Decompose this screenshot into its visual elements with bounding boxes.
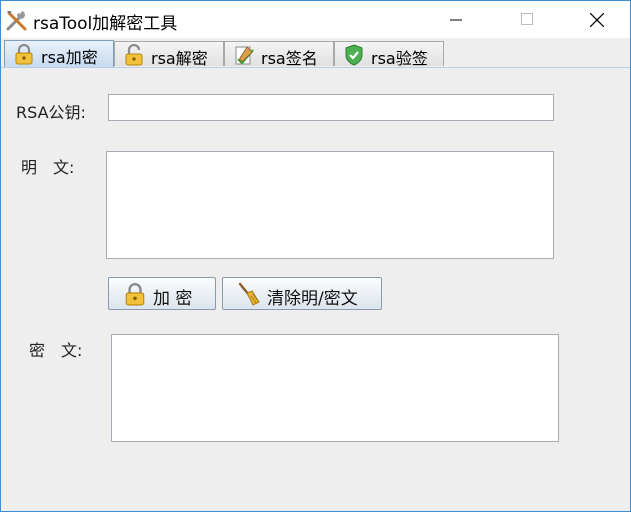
public-key-input[interactable] xyxy=(108,94,554,121)
shield-check-icon xyxy=(345,44,363,66)
public-key-label: RSA公钥: xyxy=(16,103,86,122)
clear-button[interactable]: 清除明/密文 xyxy=(222,277,382,310)
tab-label: rsa签名 xyxy=(261,49,318,68)
tab-label: rsa验签 xyxy=(371,49,428,68)
encrypt-button-label: 加 密 xyxy=(153,289,193,309)
window-title: rsaTool加解密工具 xyxy=(33,14,178,34)
minimize-button[interactable] xyxy=(433,1,479,38)
tab-label: rsa加密 xyxy=(41,48,98,67)
tab-sign[interactable]: rsa签名 xyxy=(224,41,334,68)
broom-icon xyxy=(238,282,260,306)
close-button[interactable] xyxy=(573,1,619,38)
tab-verify[interactable]: rsa验签 xyxy=(334,41,444,68)
unlock-icon xyxy=(125,44,143,66)
tools-icon xyxy=(6,11,27,31)
tab-label: rsa解密 xyxy=(151,49,208,68)
app-window: rsaTool加解密工具 rsa加密 rsa解密 rsa签名 rsa验签 RSA… xyxy=(0,0,631,512)
plaintext-textarea[interactable] xyxy=(106,151,554,259)
maximize-icon xyxy=(521,13,533,25)
plaintext-label: 明 文: xyxy=(21,158,75,177)
ciphertext-textarea[interactable] xyxy=(111,334,559,442)
tab-encrypt[interactable]: rsa加密 xyxy=(4,40,114,67)
ciphertext-label: 密 文: xyxy=(29,341,83,360)
clear-button-label: 清除明/密文 xyxy=(267,289,358,309)
tab-panel-border xyxy=(1,67,630,68)
maximize-button[interactable] xyxy=(504,1,550,38)
lock-icon xyxy=(15,43,33,65)
tab-decrypt[interactable]: rsa解密 xyxy=(114,41,224,68)
encrypt-button[interactable]: 加 密 xyxy=(108,277,216,310)
close-icon xyxy=(590,13,604,27)
title-bar: rsaTool加解密工具 xyxy=(1,1,630,38)
minimize-icon xyxy=(450,19,462,21)
lock-icon xyxy=(125,283,145,306)
tab-bar: rsa加密 rsa解密 rsa签名 rsa验签 xyxy=(1,38,630,68)
sign-icon xyxy=(235,46,254,65)
